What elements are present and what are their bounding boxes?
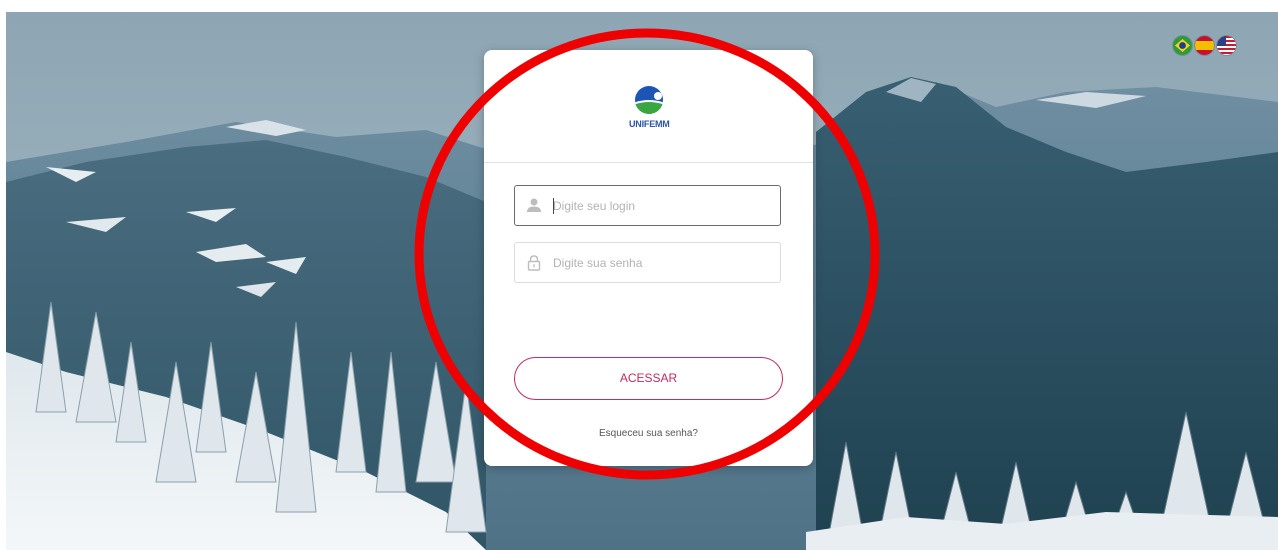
brazil-flag-icon[interactable]: [1173, 36, 1192, 55]
user-icon: [525, 197, 543, 215]
unifemm-logo: UNIFEMM: [629, 84, 670, 132]
login-field[interactable]: [514, 185, 781, 226]
text-caret: [553, 198, 554, 214]
password-input[interactable]: [553, 243, 773, 282]
usa-flag-icon[interactable]: [1217, 36, 1236, 55]
logo-wordmark: UNIFEMM: [629, 119, 670, 129]
forgot-password-link[interactable]: Esqueceu sua senha?: [484, 428, 813, 439]
acessar-button[interactable]: ACESSAR: [514, 357, 783, 400]
password-field[interactable]: [514, 242, 781, 283]
lock-icon: [525, 254, 543, 272]
login-input[interactable]: [553, 186, 773, 225]
spain-flag-icon[interactable]: [1195, 36, 1214, 55]
login-card: UNIFEMM ACESSAR E: [484, 50, 813, 466]
language-selector: [1173, 36, 1236, 55]
page: UNIFEMM ACESSAR E: [0, 0, 1278, 550]
header-divider: [484, 162, 813, 163]
